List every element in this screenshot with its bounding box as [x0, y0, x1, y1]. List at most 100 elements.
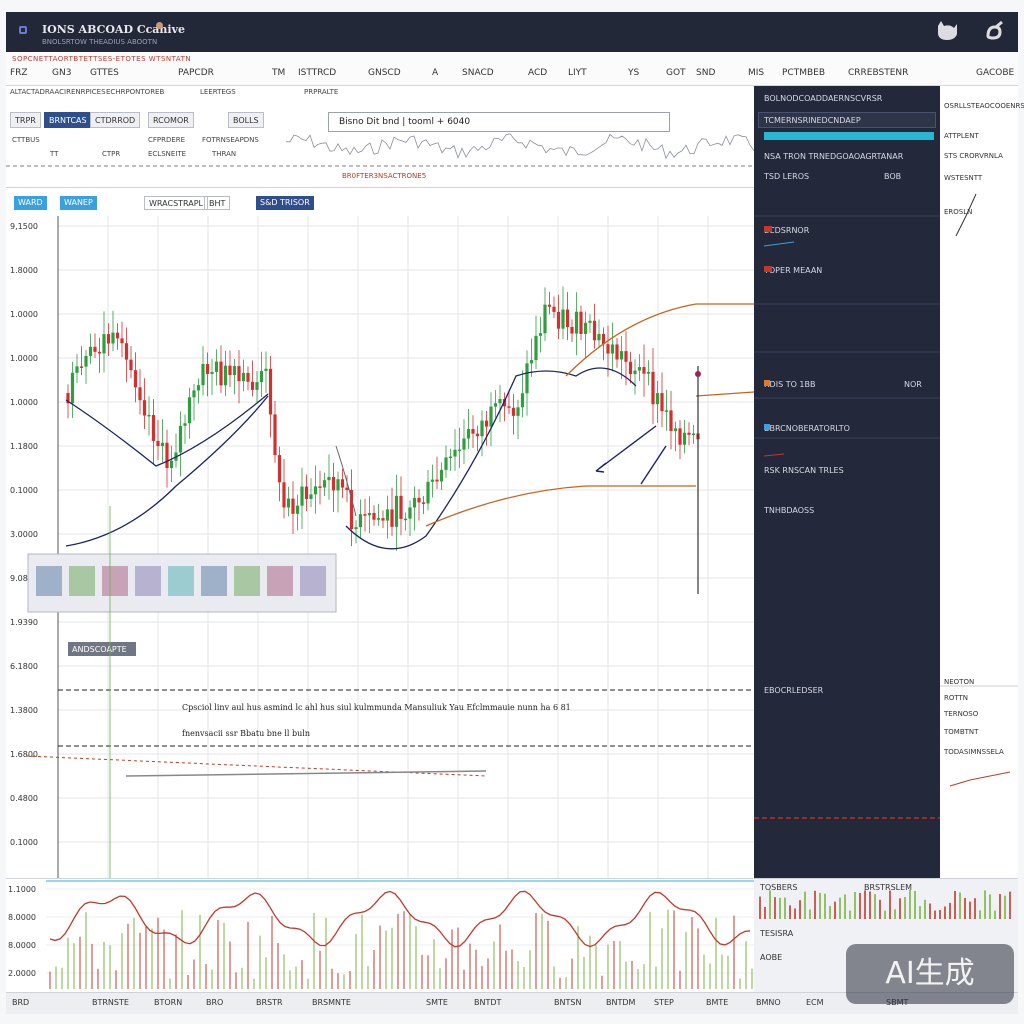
- menu-item[interactable]: ISTTRCD: [298, 68, 336, 78]
- menu-item[interactable]: A: [432, 68, 438, 78]
- candle-body: [610, 344, 615, 354]
- ampersand-icon[interactable]: [982, 18, 1008, 44]
- candle-body: [489, 406, 493, 427]
- candle-body: [124, 343, 129, 360]
- candle-body: [241, 372, 246, 382]
- cat-icon[interactable]: [934, 18, 960, 44]
- candle-body: [115, 332, 120, 339]
- y-tick-label: 1.8000: [10, 266, 38, 275]
- candle-body: [178, 425, 183, 453]
- status-item[interactable]: BMNO: [756, 998, 781, 1007]
- status-item[interactable]: BRD: [12, 998, 29, 1007]
- quote-field[interactable]: Bisno Dit bnd | tooml + 6040: [328, 112, 670, 132]
- candle-body: [291, 498, 295, 514]
- status-item[interactable]: BRSMNTE: [312, 998, 351, 1007]
- candle-body: [565, 309, 570, 328]
- menu-item[interactable]: SND: [696, 68, 715, 78]
- toolbar-button[interactable]: WRACSTRAPL: [144, 196, 209, 210]
- status-item[interactable]: BNTSN: [554, 998, 581, 1007]
- menu-item[interactable]: MIS: [748, 68, 764, 78]
- candle-body: [106, 334, 111, 344]
- candle-body: [385, 509, 390, 521]
- candle-body: [165, 442, 169, 469]
- menu-item[interactable]: LIYT: [568, 68, 587, 78]
- candle-body: [268, 368, 273, 415]
- candle-body: [295, 505, 300, 514]
- menu-item[interactable]: GACOBE: [976, 68, 1014, 78]
- candle-body: [588, 320, 592, 323]
- order-panel: BOLNODCOADDAERNSCVRSR TCMERNSRINEDCNDAEP…: [754, 86, 940, 878]
- toolbar-button[interactable]: BHT: [204, 196, 231, 210]
- candle-body: [471, 429, 475, 434]
- candle-body: [408, 507, 412, 519]
- menu-item[interactable]: CRREBSTENR: [848, 68, 908, 78]
- menu-item[interactable]: PCTMBEB: [782, 68, 825, 78]
- toolbar-button[interactable]: WARD: [14, 196, 47, 210]
- status-item[interactable]: BRSTR: [256, 998, 283, 1007]
- candle-body: [547, 304, 552, 307]
- oscillator-svg: 1.1000 8.0000 8.0000 2.0000: [8, 880, 754, 989]
- candle-body: [619, 351, 624, 360]
- toolbar-button[interactable]: S&D TRISOR: [256, 196, 314, 210]
- info-label: CTPR: [102, 150, 121, 158]
- status-item[interactable]: BMTE: [706, 998, 728, 1007]
- candle-body: [196, 385, 201, 391]
- candle-body: [466, 429, 471, 439]
- callout-tag-label: ANDSCOAPTE: [72, 645, 127, 654]
- thumbnail: [300, 566, 326, 596]
- menu-warning-text: SOPCNETTAORTBTETTSES-ETOTES WTSNTATN: [12, 55, 192, 63]
- menu-item[interactable]: FRZ: [10, 68, 28, 78]
- candle-body: [327, 477, 331, 481]
- status-item[interactable]: STEP: [654, 998, 674, 1007]
- status-item[interactable]: BNTDT: [474, 998, 501, 1007]
- oscillator-panel[interactable]: 1.1000 8.0000 8.0000 2.0000: [6, 878, 754, 992]
- chip-button[interactable]: TRPR: [10, 112, 41, 128]
- annotation-text: fnenvsacii ssr Bbatu bne ll buln: [182, 729, 310, 738]
- menu-item[interactable]: GOT: [666, 68, 686, 78]
- menu-item[interactable]: GNSCD: [368, 68, 401, 78]
- menu-item[interactable]: YS: [628, 68, 639, 78]
- y-tick-label: 1.9390: [10, 618, 38, 627]
- chip-button[interactable]: BRNTCAS: [44, 112, 92, 128]
- candle-body: [426, 481, 430, 504]
- y-tick-label: 1.0000: [10, 310, 38, 319]
- candle-body: [88, 346, 93, 356]
- status-item[interactable]: SMTE: [426, 998, 448, 1007]
- app-subtitle: BNOLSRTOW THEADIUS ABOOTN: [42, 38, 158, 46]
- chip-button[interactable]: BOLLS: [228, 112, 264, 128]
- status-item[interactable]: ECM: [806, 998, 824, 1007]
- menu-bar: SOPCNETTAORTBTETTSES-ETOTES WTSNTATN FRZ…: [6, 52, 1018, 86]
- status-item[interactable]: BTRNSTE: [92, 998, 129, 1007]
- candle-body: [399, 495, 403, 519]
- candle-body: [97, 351, 102, 354]
- candle-body: [556, 311, 561, 329]
- candle-body: [223, 365, 228, 386]
- menu-item[interactable]: PAPCDR: [178, 68, 214, 78]
- osc-y-tick: 1.1000: [8, 885, 36, 894]
- toolbar-button[interactable]: WANEP: [60, 196, 97, 210]
- menu-item[interactable]: GTTES: [90, 68, 119, 78]
- candle-body: [453, 449, 457, 457]
- candle-body: [597, 333, 601, 341]
- status-item[interactable]: BNTDM: [606, 998, 635, 1007]
- menu-item[interactable]: TM: [272, 68, 285, 78]
- status-item[interactable]: BRO: [206, 998, 223, 1007]
- candle-body: [309, 494, 313, 499]
- watchlist-column: OSRLLSTEAOCOOENRS ATTPLENT STS CRORVRNLA…: [940, 86, 1024, 878]
- candle-body: [246, 372, 250, 382]
- price-chart[interactable]: 9,1500 1.8000 1.0000 1.0000 1.0000 1.1800 0.10…: [6, 216, 754, 878]
- menu-item[interactable]: ACD: [528, 68, 547, 78]
- candle-body: [412, 497, 417, 508]
- status-item[interactable]: BTORN: [154, 998, 182, 1007]
- menu-item[interactable]: GN3: [52, 68, 71, 78]
- y-tick-label: 0.1000: [10, 486, 38, 495]
- chip-button[interactable]: RCOMOR: [148, 112, 194, 128]
- candle-body: [493, 403, 498, 407]
- osc-y-tick: 8.0000: [8, 913, 36, 922]
- candle-body: [102, 334, 106, 354]
- cursor-marker: [695, 371, 701, 377]
- menu-item[interactable]: SNACD: [462, 68, 494, 78]
- thumbnail: [267, 566, 293, 596]
- chip-button[interactable]: CTDRROD: [90, 112, 141, 128]
- info-header: ALTACTADRAACIRENRPICES: [10, 88, 106, 96]
